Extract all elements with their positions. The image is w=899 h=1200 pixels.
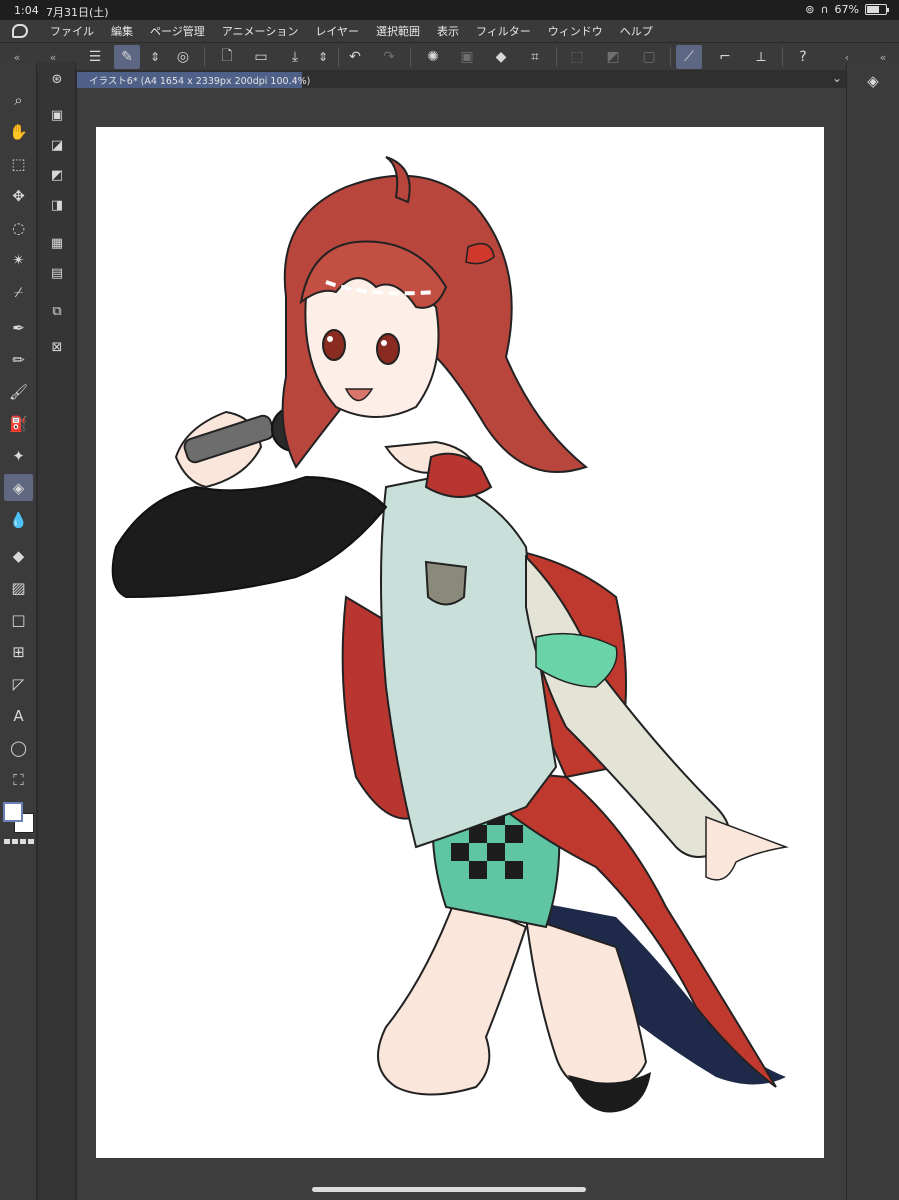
menu-bar: ファイル 編集 ページ管理 アニメーション レイヤー 選択範囲 表示 フィルター…: [0, 20, 899, 42]
vector-eraser-icon[interactable]: ◩: [44, 162, 70, 188]
menu-page[interactable]: ページ管理: [150, 23, 205, 39]
fill-icon[interactable]: ◆: [488, 45, 514, 69]
text-icon[interactable]: A: [4, 702, 33, 729]
layer-panel-strip: ◈: [846, 62, 899, 1200]
menu-filter[interactable]: フィルター: [476, 23, 531, 39]
hand-icon[interactable]: ✋: [4, 118, 33, 145]
app-logo-icon[interactable]: [0, 24, 40, 38]
menu-edit[interactable]: 編集: [111, 23, 133, 39]
crop-icon[interactable]: ⌗: [522, 45, 548, 69]
loading-icon[interactable]: ✺: [420, 45, 446, 69]
save-icon[interactable]: ⤓: [282, 45, 308, 69]
snap-pen-icon[interactable]: ⟂: [748, 45, 774, 69]
sub-tool-menu-icon[interactable]: ⊛: [44, 66, 70, 92]
invert-selection-icon[interactable]: ◩: [600, 45, 626, 69]
menu-icon[interactable]: ☰: [82, 45, 108, 69]
blend-icon[interactable]: 💧: [4, 506, 33, 533]
kneaded-eraser-icon[interactable]: ▤: [44, 260, 70, 286]
open-file-icon[interactable]: ▭: [248, 45, 274, 69]
color-chip[interactable]: [3, 802, 35, 834]
updown-icon-2[interactable]: ⇕: [310, 45, 336, 69]
color-mode-strip[interactable]: [4, 839, 34, 844]
menu-view[interactable]: 表示: [437, 23, 459, 39]
soft-eraser-icon[interactable]: ◪: [44, 132, 70, 158]
menu-help[interactable]: ヘルプ: [620, 23, 653, 39]
transform-icon[interactable]: ▣: [454, 45, 480, 69]
snap-ruler-icon[interactable]: ⟋: [676, 45, 702, 69]
menu-window[interactable]: ウィンドウ: [548, 23, 603, 39]
move-icon[interactable]: ✥: [4, 182, 33, 209]
clear-layer-icon[interactable]: ⊠: [44, 334, 70, 360]
decoration-icon[interactable]: ✦: [4, 442, 33, 469]
menu-layer[interactable]: レイヤー: [315, 23, 359, 39]
snap-brush-icon[interactable]: ⌐: [712, 45, 738, 69]
document-tab[interactable]: イラスト6* (A4 1654 x 2339px 200dpi 100.4%): [77, 72, 310, 88]
canvas-paper[interactable]: [96, 127, 824, 1158]
selection-border-icon[interactable]: ▢: [636, 45, 662, 69]
layers-icon[interactable]: ◈: [861, 70, 885, 92]
status-bar: 1:04 7月31日(土) ⊚ ∩ 67%: [0, 0, 899, 20]
link-icon: ⊚: [805, 3, 815, 16]
eraser-icon[interactable]: ◈: [4, 474, 33, 501]
main-color-swatch[interactable]: [3, 802, 23, 822]
new-file-icon[interactable]: 🗋: [214, 45, 240, 69]
document-tab-bar: イラスト6* (A4 1654 x 2339px 200dpi 100.4%) …: [77, 70, 846, 88]
menu-selection[interactable]: 選択範囲: [376, 23, 420, 39]
eyedropper-icon[interactable]: ⌿: [4, 278, 33, 305]
hard-eraser-icon[interactable]: ▣: [44, 102, 70, 128]
select-layer-icon[interactable]: ⬚: [4, 150, 33, 177]
redo-icon[interactable]: ↷: [376, 45, 402, 69]
brush-icon[interactable]: 🖌: [4, 378, 33, 405]
gradient-icon[interactable]: ▨: [4, 574, 33, 601]
deselect-icon[interactable]: ⬚: [564, 45, 590, 69]
sub-tool-palette: ⊛ ▣ ◪ ◩ ◨ ▦ ▤ ⧉ ⊠: [38, 62, 76, 1200]
battery-percent: 67%: [834, 3, 859, 16]
undo-icon[interactable]: ↶: [342, 45, 368, 69]
chevron-down-icon[interactable]: ⌄: [832, 71, 842, 85]
fill-icon[interactable]: ◆: [4, 542, 33, 569]
layer-eraser-icon[interactable]: ⧉: [44, 298, 70, 324]
command-bar: « « ☰ ✎ ⇕ ◎ 🗋 ▭ ⤓ ⇕ ↶ ↷ ✺ ▣ ◆ ⌗ ⬚ ◩ ▢ ⟋ …: [0, 42, 899, 70]
pen-icon[interactable]: ✒: [4, 314, 33, 341]
magic-wand-icon[interactable]: ✴: [4, 246, 33, 273]
zoom-icon[interactable]: ⌕: [4, 86, 33, 113]
status-date: 7月31日(土): [46, 6, 109, 19]
eraser-mode-icon[interactable]: ◎: [170, 45, 196, 69]
status-time: 1:04: [14, 4, 39, 17]
figure-icon[interactable]: □: [4, 606, 33, 633]
airbrush-icon[interactable]: ⛽: [4, 410, 33, 437]
tool-palette: ⌕ ✋ ⬚ ✥ ◌ ✴ ⌿ ✒ ✏ 🖌 ⛽ ✦ ◈ 💧 ◆ ▨ □ ⊞ ◸ A …: [0, 62, 37, 1200]
updown-icon[interactable]: ⇕: [142, 45, 168, 69]
home-indicator: [312, 1187, 586, 1192]
correct-line-icon[interactable]: ⛶: [4, 766, 33, 793]
menu-file[interactable]: ファイル: [50, 23, 94, 39]
help-icon[interactable]: ?: [790, 45, 816, 69]
balloon-icon[interactable]: ◯: [4, 734, 33, 761]
lasso-icon[interactable]: ◌: [4, 214, 33, 241]
illustration: [111, 156, 789, 1113]
rough-eraser-icon[interactable]: ◨: [44, 192, 70, 218]
document-tab-label: イラスト6* (A4 1654 x 2339px 200dpi 100.4%): [89, 76, 311, 87]
headphones-icon: ∩: [820, 3, 829, 16]
frame-icon[interactable]: ⊞: [4, 638, 33, 665]
menu-animation[interactable]: アニメーション: [222, 23, 299, 39]
quick-access-icon[interactable]: ✎: [114, 45, 140, 69]
snap-eraser-icon[interactable]: ▦: [44, 230, 70, 256]
app-root: 1:04 7月31日(土) ⊚ ∩ 67% ファイル 編集 ページ管理 アニメー…: [0, 0, 899, 1200]
battery-icon: [865, 4, 889, 15]
status-right: ⊚ ∩ 67%: [805, 3, 889, 16]
pencil-icon[interactable]: ✏: [4, 346, 33, 373]
ruler-icon[interactable]: ◸: [4, 670, 33, 697]
